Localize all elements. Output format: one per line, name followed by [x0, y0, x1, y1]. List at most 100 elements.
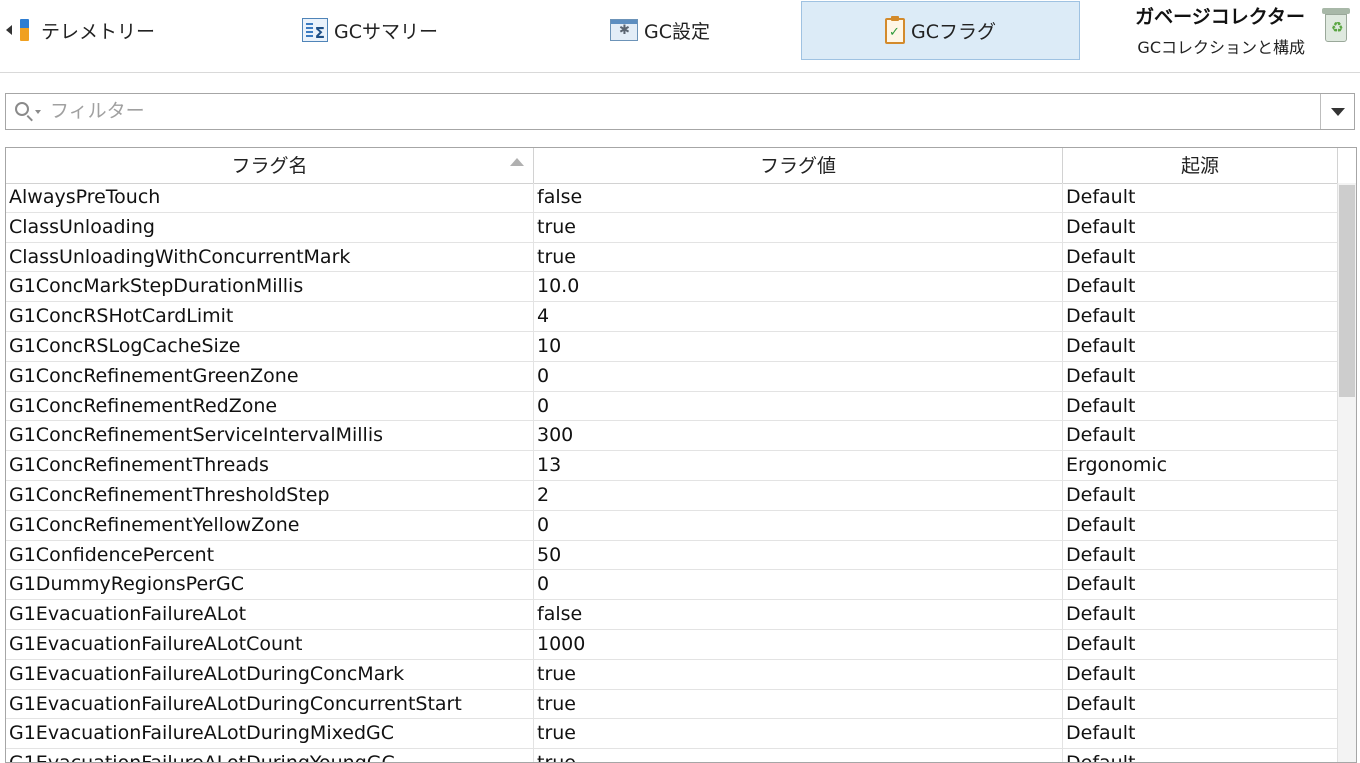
flag-name-cell: G1ConcRefinementGreenZone — [6, 361, 534, 391]
origin-cell: Default — [1063, 510, 1338, 540]
sort-ascending-icon — [510, 158, 524, 166]
table-row[interactable]: G1EvacuationFailureALotDuringConcurrentS… — [6, 689, 1338, 720]
origin-cell: Default — [1063, 689, 1338, 719]
tab-label: GC設定 — [644, 20, 710, 43]
flag-value-cell: 0 — [534, 510, 1063, 540]
column-header-flag-value[interactable]: フラグ値 — [534, 148, 1063, 183]
search-icon[interactable] — [15, 102, 29, 116]
back-arrow-icon — [6, 25, 12, 35]
telemetry-icon — [20, 19, 29, 41]
table-row[interactable]: G1EvacuationFailureALotDuringConcMark tru… — [6, 659, 1338, 690]
flag-value-cell: 0 — [534, 391, 1063, 421]
origin-cell: Default — [1063, 242, 1338, 272]
tab-gc-summary[interactable]: GCサマリー — [285, 0, 455, 60]
flag-name-cell: G1ConcRefinementYellowZone — [6, 510, 534, 540]
tab-gc-settings[interactable]: GC設定 — [595, 0, 725, 60]
origin-cell: Default — [1063, 719, 1338, 749]
view-title: ガベージコレクター — [1135, 6, 1305, 28]
filter-dropdown-button[interactable] — [1320, 94, 1354, 129]
flag-value-cell: 10.0 — [534, 272, 1063, 302]
origin-cell: Default — [1063, 480, 1338, 510]
flag-value-cell: false — [534, 183, 1063, 212]
summary-sigma-icon — [302, 18, 328, 42]
origin-cell: Default — [1063, 570, 1338, 600]
origin-cell: Default — [1063, 600, 1338, 629]
flag-name-cell: G1ConcRefinementRedZone — [6, 391, 534, 421]
column-header-origin[interactable]: 起源 — [1063, 148, 1338, 183]
table-row[interactable]: G1ConcRefinementYellowZone 0 Default — [6, 510, 1338, 541]
scrollbar-thumb[interactable] — [1339, 185, 1355, 397]
flag-value-cell: true — [534, 659, 1063, 689]
table-row[interactable]: G1ConcRefinementRedZone 0 Default — [6, 391, 1338, 422]
column-header-label: フラグ名 — [231, 155, 308, 177]
table-row[interactable]: G1EvacuationFailureALotDuringYoungGCtrue… — [6, 749, 1338, 762]
column-header-flag-name[interactable]: フラグ名 — [6, 148, 534, 183]
table-row[interactable]: AlwaysPreTouch false Default — [6, 183, 1338, 213]
table-header: フラグ名 フラグ値 起源 — [6, 148, 1338, 184]
flag-name-cell: G1ConcRSLogCacheSize — [6, 331, 534, 361]
flag-value-cell: 50 — [534, 540, 1063, 570]
origin-cell: Default — [1063, 421, 1338, 451]
view-title-block: ガベージコレクター GCコレクションと構成 — [1100, 4, 1305, 60]
filter-bar — [5, 93, 1355, 130]
origin-cell: Default — [1063, 331, 1338, 361]
flag-value-cell: 0 — [534, 361, 1063, 391]
gc-flags-table: フラグ名 フラグ値 起源 AlwaysPreTouch false Default C… — [5, 147, 1357, 763]
flag-name-cell: ClassUnloading — [6, 212, 534, 242]
table-row[interactable]: G1ConcRefinementThreads 13 Ergonomic — [6, 451, 1338, 481]
back-tab-telemetry[interactable]: テレメトリー — [0, 0, 186, 60]
table-body: AlwaysPreTouch false Default ClassUnloading… — [6, 183, 1338, 762]
search-options-caret-icon[interactable] — [35, 110, 41, 114]
origin-cell: Default — [1063, 629, 1338, 659]
origin-cell: Default — [1063, 749, 1338, 762]
top-toolbar: テレメトリー GCサマリー GC設定 GCフラグ ガベージコレクター GCコレク… — [0, 0, 1360, 73]
flag-value-cell: true — [534, 689, 1063, 719]
table-row[interactable]: G1EvacuationFailureALotCount 1000 Default — [6, 629, 1338, 660]
origin-cell: Default — [1063, 361, 1338, 391]
table-row[interactable]: G1ConcRSHotCardLimit 4 Default — [6, 302, 1338, 332]
flag-value-cell: 0 — [534, 570, 1063, 600]
flag-value-cell: true — [534, 749, 1063, 762]
filter-input[interactable] — [50, 97, 1310, 125]
flag-name-cell: G1EvacuationFailureALotDuringConcMark — [6, 659, 534, 689]
flag-value-cell: 4 — [534, 302, 1063, 331]
flag-name-cell: G1ConcRSHotCardLimit — [6, 302, 534, 331]
flag-value-cell: 10 — [534, 331, 1063, 361]
table-row[interactable]: G1ConcRefinementGreenZone 0 Default — [6, 361, 1338, 392]
flag-value-cell: 2 — [534, 480, 1063, 510]
table-row[interactable]: G1ConfidencePercent 50 Default — [6, 540, 1338, 571]
table-row[interactable]: G1ConcRSLogCacheSize 10 Default — [6, 331, 1338, 362]
recycle-bin-icon: ♻ — [1322, 8, 1350, 42]
flag-value-cell: true — [534, 212, 1063, 242]
flag-name-cell: ClassUnloadingWithConcurrentMark — [6, 242, 534, 272]
flag-name-cell: G1ConcMarkStepDurationMillis — [6, 272, 534, 302]
table-row[interactable]: G1ConcRefinementThresholdStep 2 Default — [6, 480, 1338, 511]
origin-cell: Default — [1063, 659, 1338, 689]
table-row[interactable]: G1DummyRegionsPerGC 0 Default — [6, 570, 1338, 601]
flag-name-cell: G1DummyRegionsPerGC — [6, 570, 534, 600]
view-subtitle: GCコレクションと構成 — [1137, 38, 1305, 57]
flag-name-cell: G1ConfidencePercent — [6, 540, 534, 570]
tab-gc-flags[interactable]: GCフラグ — [801, 1, 1080, 60]
origin-cell: Ergonomic — [1063, 451, 1338, 480]
flag-name-cell: G1EvacuationFailureALotDuringConcurrentS… — [6, 689, 534, 719]
column-header-label: 起源 — [1180, 155, 1219, 177]
origin-cell: Default — [1063, 272, 1338, 302]
flag-value-cell: 1000 — [534, 629, 1063, 659]
vertical-scrollbar[interactable] — [1337, 183, 1356, 762]
table-row[interactable]: ClassUnloading true Default — [6, 212, 1338, 243]
origin-cell: Default — [1063, 391, 1338, 421]
back-tab-label: テレメトリー — [41, 20, 156, 43]
origin-cell: Default — [1063, 302, 1338, 331]
table-row[interactable]: ClassUnloadingWithConcurrentMark true Defa… — [6, 242, 1338, 273]
flag-name-cell: AlwaysPreTouch — [6, 183, 534, 212]
flag-value-cell: false — [534, 600, 1063, 629]
flag-name-cell: G1EvacuationFailureALot — [6, 600, 534, 629]
table-row[interactable]: G1EvacuationFailureALotDuringMixedGC true… — [6, 719, 1338, 750]
origin-cell: Default — [1063, 540, 1338, 570]
table-row[interactable]: G1ConcRefinementServiceIntervalMillis 300… — [6, 421, 1338, 452]
table-row[interactable]: G1ConcMarkStepDurationMillis 10.0 Default — [6, 272, 1338, 303]
table-row[interactable]: G1EvacuationFailureALot false Default — [6, 600, 1338, 630]
tab-label: GCサマリー — [334, 20, 438, 43]
flag-value-cell: 300 — [534, 421, 1063, 451]
